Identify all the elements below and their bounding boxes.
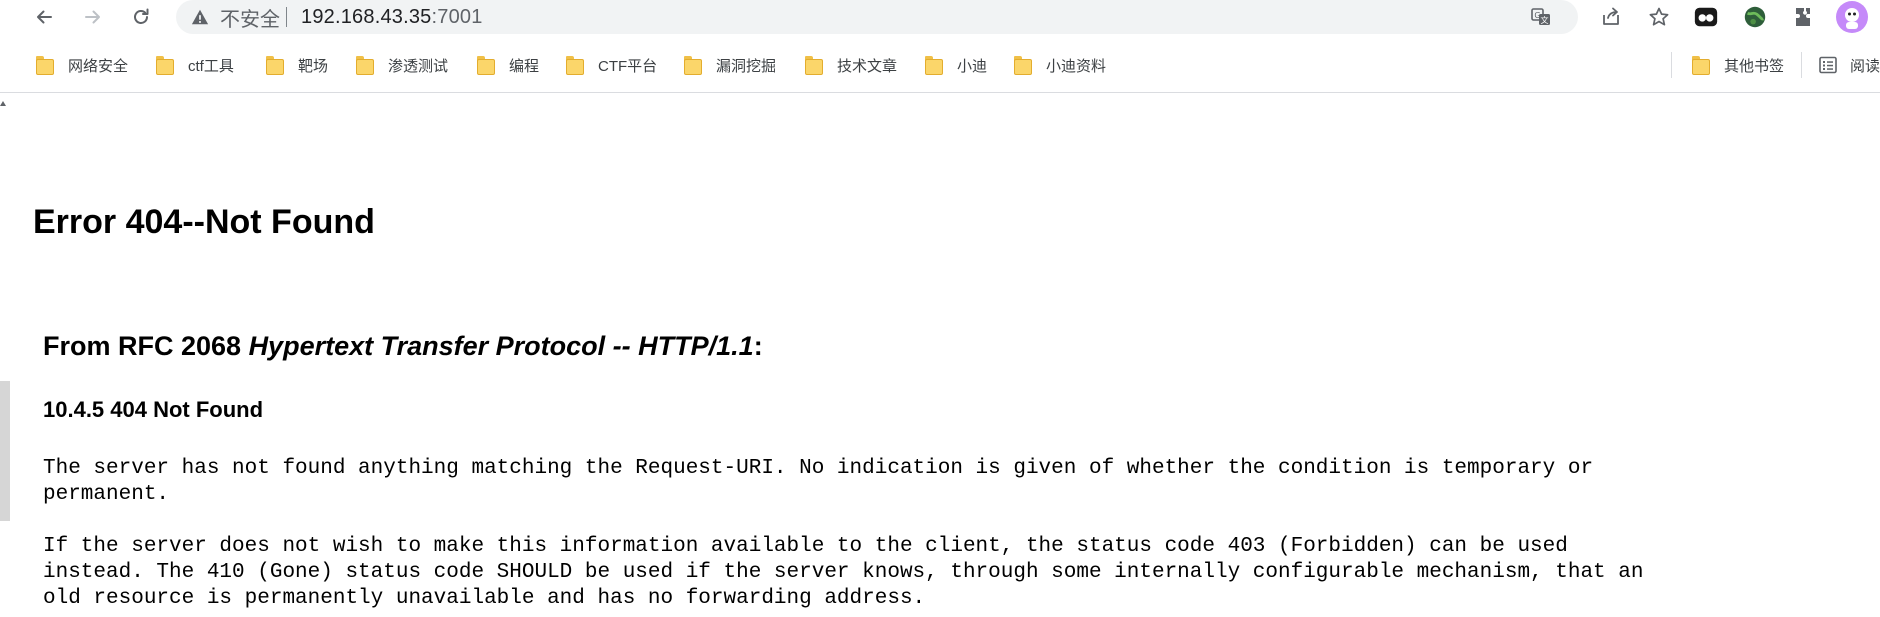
svg-text:文: 文 <box>1541 15 1549 25</box>
folder-icon <box>684 55 702 75</box>
bookmark-folder[interactable]: CTF平台 <box>566 52 657 78</box>
paragraph-line: permanent. <box>43 483 170 506</box>
arrow-left-icon <box>37 10 52 24</box>
page-title: Error 404--Not Found <box>33 203 375 241</box>
paragraph-line: If the server does not wish to make this… <box>43 535 1568 558</box>
folder-icon <box>356 55 374 75</box>
folder-icon <box>805 55 823 75</box>
folder-icon <box>925 55 943 75</box>
folder-icon <box>36 55 54 75</box>
extension-mask-icon[interactable] <box>1692 3 1720 31</box>
paragraph-line: old resource is permanently unavailable … <box>43 587 926 610</box>
folder-icon <box>566 55 584 75</box>
bookmark-folder[interactable]: 漏洞挖掘 <box>684 52 776 78</box>
folder-icon <box>477 55 495 75</box>
reading-list-icon <box>1819 56 1837 74</box>
url-port[interactable]: :7001 <box>432 6 483 29</box>
omnibox-separator <box>286 7 287 27</box>
address-bar[interactable]: 不安全 192.168.43.35:7001 G文 <box>176 0 1669 34</box>
bookmark-label: ctf工具 <box>188 57 234 75</box>
folder-icon <box>1692 55 1710 75</box>
bookmark-label: 渗透测试 <box>388 57 449 75</box>
bookmark-label: 网络安全 <box>68 57 129 75</box>
back-button[interactable] <box>29 2 59 32</box>
bookmark-folder[interactable]: 网络安全 <box>36 52 128 78</box>
paragraph-line: instead. The 410 (Gone) status code SHOU… <box>43 561 1644 584</box>
folder-icon <box>156 55 174 75</box>
rfc-suffix: : <box>753 331 763 361</box>
star-icon[interactable] <box>1647 5 1671 29</box>
bookmark-folder[interactable]: ctf工具 <box>156 52 234 78</box>
url-host[interactable]: 192.168.43.35 <box>301 6 432 29</box>
puzzle-icon[interactable] <box>1789 3 1817 31</box>
security-status-label[interactable]: 不安全 <box>220 3 280 32</box>
translate-icon[interactable]: G文 <box>1529 5 1553 29</box>
bookmark-label: 编程 <box>509 57 540 75</box>
bookmarks-divider <box>1671 52 1672 78</box>
rfc-heading: From RFC 2068 Hypertext Transfer Protoco… <box>43 331 763 362</box>
bookmark-label: 技术文章 <box>837 57 898 75</box>
paragraph-line: The server has not found anything matchi… <box>43 457 1594 480</box>
section-heading: 10.4.5 404 Not Found <box>43 397 264 422</box>
share-icon[interactable] <box>1599 5 1623 29</box>
bookmark-folder[interactable]: 靶场 <box>266 52 328 78</box>
folder-icon <box>1014 55 1032 75</box>
bookmark-folder[interactable]: 渗透测试 <box>356 52 448 78</box>
bookmark-folder[interactable]: 编程 <box>477 52 539 78</box>
browser-toolbar: 不安全 192.168.43.35:7001 G文 <box>0 0 1880 34</box>
reload-icon <box>134 8 149 24</box>
bookmark-label: 其他书签 <box>1724 57 1785 75</box>
bookmark-folder[interactable]: 技术文章 <box>805 52 897 78</box>
bookmark-label: 小迪 <box>957 57 988 75</box>
scroll-up-arrow-icon[interactable] <box>0 101 6 106</box>
paragraph-1: The server has not found anything matchi… <box>43 456 1880 508</box>
folder-icon <box>266 55 284 75</box>
reading-list[interactable]: 阅读 <box>1818 52 1880 78</box>
forward-button[interactable] <box>78 2 108 32</box>
warning-triangle-icon[interactable] <box>190 7 210 27</box>
rfc-prefix: From RFC 2068 <box>43 331 249 361</box>
bookmark-folder[interactable]: 小迪资料 <box>1014 52 1106 78</box>
bookmark-label: 小迪资料 <box>1046 57 1107 75</box>
bookmark-label: 靶场 <box>298 57 329 75</box>
profile-avatar[interactable] <box>1836 1 1868 33</box>
paragraph-2: If the server does not wish to make this… <box>43 534 1880 612</box>
page-content: Error 404--Not Found From RFC 2068 Hyper… <box>0 93 1880 617</box>
reload-button[interactable] <box>126 2 156 32</box>
reading-list-label: 阅读 <box>1850 57 1880 75</box>
scrollbar-thumb[interactable] <box>0 381 10 521</box>
bookmarks-bar: 网络安全 ctf工具 靶场 渗透测试 编程 CTF平台 漏洞挖掘 技术文章 小迪… <box>0 46 1880 84</box>
arrow-right-icon <box>85 10 100 24</box>
bookmarks-divider <box>1801 52 1802 78</box>
bookmark-folder[interactable]: 小迪 <box>925 52 987 78</box>
other-bookmarks[interactable]: 其他书签 <box>1692 52 1784 78</box>
bookmark-label: 漏洞挖掘 <box>716 57 777 75</box>
rfc-title: Hypertext Transfer Protocol -- HTTP/1.1 <box>248 331 754 361</box>
bookmark-label: CTF平台 <box>598 57 658 75</box>
extension-globe-icon[interactable] <box>1741 3 1769 31</box>
